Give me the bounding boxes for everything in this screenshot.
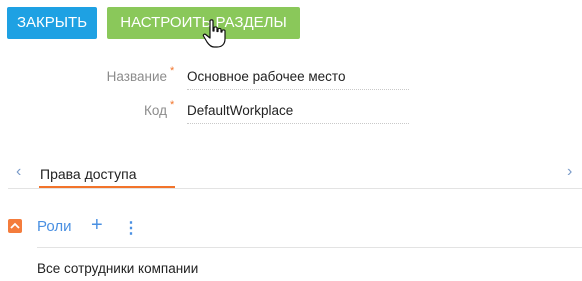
hand-cursor-icon	[202, 19, 226, 48]
name-field-label: Название	[106, 69, 167, 84]
add-role-icon[interactable]: +	[91, 214, 103, 237]
name-field-underline	[187, 89, 409, 90]
code-required-marker: *	[170, 99, 175, 111]
tab-access-rights[interactable]: Права доступа	[40, 166, 136, 182]
code-field[interactable]: DefaultWorkplace	[187, 103, 409, 118]
code-field-label: Код	[144, 103, 167, 118]
more-menu-icon[interactable]: ⋮	[123, 218, 139, 238]
name-field[interactable]: Основное рабочее место	[187, 69, 409, 84]
close-button[interactable]: ЗАКРЫТЬ	[7, 7, 97, 39]
roles-section-title[interactable]: Роли	[37, 218, 72, 235]
role-list-item[interactable]: Все сотрудники компании	[37, 261, 198, 276]
collapse-section-icon[interactable]	[8, 219, 22, 233]
tab-scroll-right-icon[interactable]: ›	[567, 163, 572, 181]
roles-section-divider	[37, 247, 582, 248]
code-field-underline	[187, 123, 409, 124]
tab-bar-divider	[8, 188, 582, 189]
tab-scroll-left-icon[interactable]: ‹	[16, 163, 21, 181]
name-required-marker: *	[170, 65, 175, 77]
